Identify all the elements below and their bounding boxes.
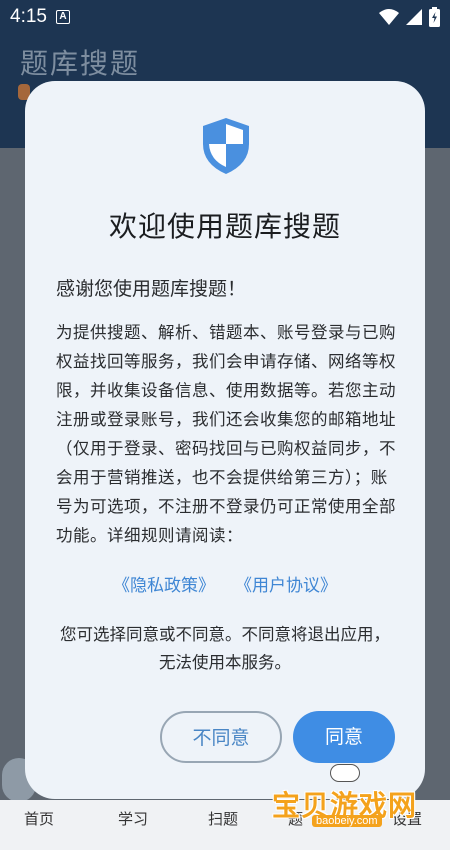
dialog-body: 为提供搜题、解析、错题本、账号登录与已购权益找回等服务，我们会申请存储、网络等权… bbox=[56, 323, 396, 545]
privacy-policy-link[interactable]: 《隐私政策》 bbox=[113, 576, 215, 596]
status-bar: 4:15 A bbox=[0, 0, 450, 34]
user-agreement-link[interactable]: 《用户协议》 bbox=[235, 576, 337, 596]
wifi-icon bbox=[379, 9, 399, 25]
status-icons bbox=[379, 7, 440, 27]
dialog-title: 欢迎使用题库搜题 bbox=[108, 210, 341, 243]
disagree-button[interactable]: 不同意 bbox=[160, 711, 282, 763]
agree-button[interactable]: 同意 bbox=[293, 711, 395, 763]
dialog-greeting: 感谢您使用题库搜题！ bbox=[56, 278, 247, 300]
status-time: 4:15 bbox=[10, 6, 47, 27]
policy-links: 《隐私政策》 《用户协议》 bbox=[25, 571, 425, 596]
dialog-note: 您可选择同意或不同意。不同意将退出应用，无法使用本服务。 bbox=[60, 625, 390, 672]
gamepad-icon bbox=[330, 764, 360, 782]
signal-icon bbox=[406, 9, 422, 25]
nav-home[interactable]: 首页 bbox=[24, 808, 54, 829]
app-title: 题库搜题 bbox=[20, 47, 141, 80]
nav-scan[interactable]: 扫题 bbox=[208, 808, 238, 829]
watermark: 宝贝游戏网 baobeiy.com bbox=[272, 760, 422, 830]
watermark-url: baobeiy.com bbox=[312, 815, 382, 827]
consent-dialog: 欢迎使用题库搜题 感谢您使用题库搜题！ 为提供搜题、解析、错题本、账号登录与已购… bbox=[25, 81, 425, 799]
notification-icon: A bbox=[56, 10, 70, 24]
battery-icon bbox=[429, 7, 440, 27]
shield-icon bbox=[203, 118, 249, 174]
nav-study[interactable]: 学习 bbox=[118, 808, 148, 829]
